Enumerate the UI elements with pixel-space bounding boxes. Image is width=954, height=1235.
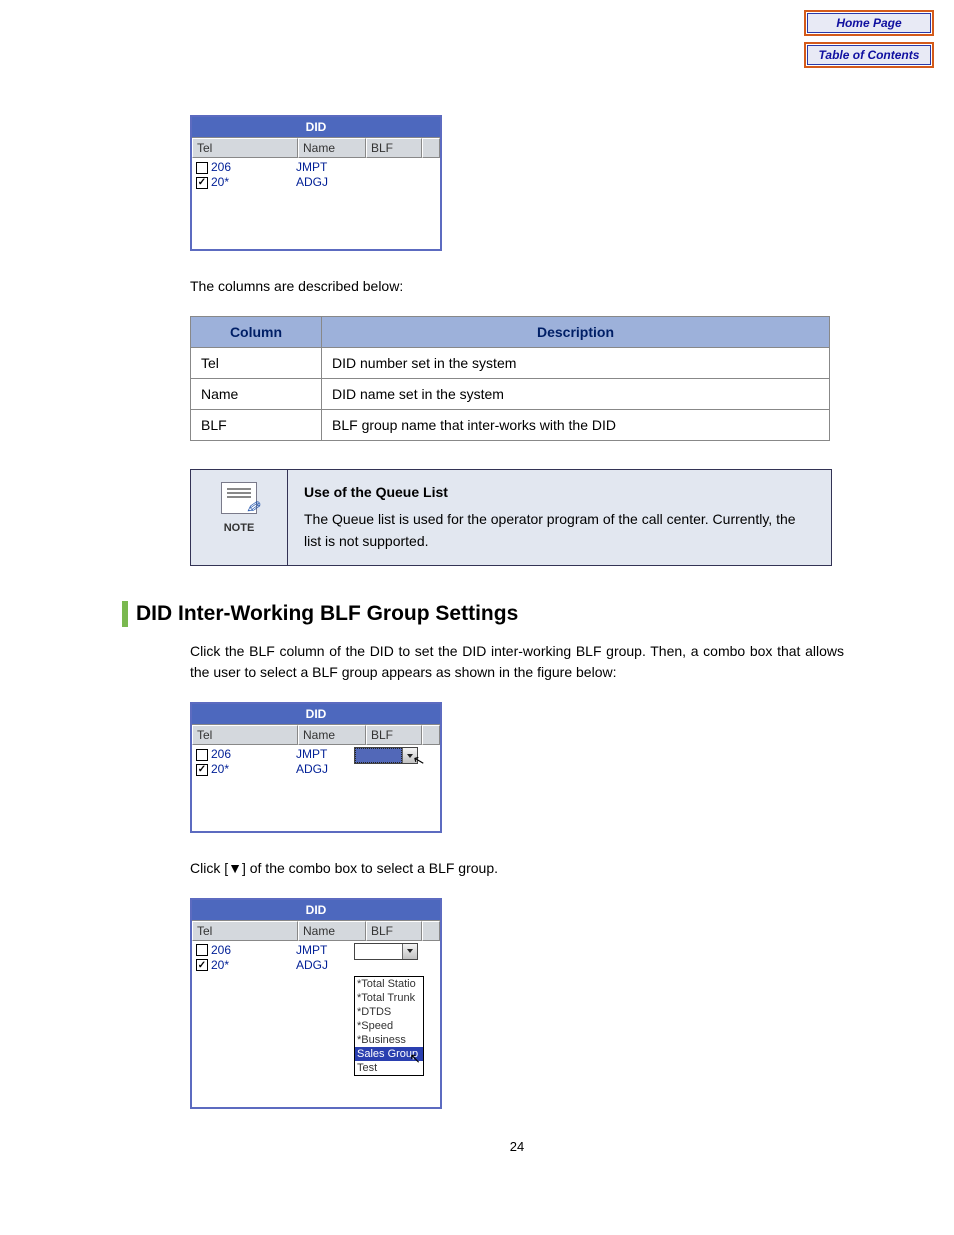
home-page-button[interactable]: Home Page — [804, 10, 934, 36]
did-row: 206 JMPT — [196, 160, 436, 175]
did-header-scroll — [422, 138, 440, 158]
desc-cell-desc: DID number set in the system — [322, 347, 830, 378]
columns-intro: The columns are described below: — [190, 276, 844, 298]
did-row: 206 JMPT — [196, 747, 354, 762]
home-page-label: Home Page — [807, 13, 931, 33]
did-header-name: Name — [298, 921, 366, 941]
blf-combo-box[interactable]: ↖ — [354, 747, 418, 764]
note-title: Use of the Queue List — [304, 482, 815, 504]
checkbox-checked[interactable]: ✓ — [196, 959, 208, 971]
top-nav: Home Page Table of Contents — [804, 10, 934, 68]
checkbox-unchecked[interactable] — [196, 162, 208, 174]
did-panel-3: DID Tel Name BLF 206 JMPT ✓ 20* — [190, 898, 442, 1109]
did-title: DID — [192, 117, 440, 137]
did-header-tel: Tel — [192, 725, 298, 745]
did-header-name: Name — [298, 138, 366, 158]
did-header-blf: BLF — [366, 725, 422, 745]
did-header-blf: BLF — [366, 138, 422, 158]
did-panel-2: DID Tel Name BLF 206 JMPT ✓ 20* — [190, 702, 442, 833]
dropdown-item[interactable]: *DTDS — [355, 1005, 423, 1019]
toc-button[interactable]: Table of Contents — [804, 42, 934, 68]
dropdown-item[interactable]: *Total Trunk — [355, 991, 423, 1005]
section-heading: DID Inter-Working BLF Group Settings — [122, 601, 844, 627]
blf-combo-box-open[interactable] — [354, 943, 418, 960]
did-row-name: ADGJ — [296, 762, 354, 777]
did-row-name: JMPT — [296, 160, 354, 175]
dropdown-item[interactable]: *Business — [355, 1033, 423, 1047]
checkbox-unchecked[interactable] — [196, 749, 208, 761]
did-headers: Tel Name BLF — [192, 724, 440, 745]
desc-cell-col: Name — [191, 378, 322, 409]
section-bar-icon — [122, 601, 128, 627]
did-header-name: Name — [298, 725, 366, 745]
section-p1: Click the BLF column of the DID to set t… — [190, 641, 844, 684]
did-row: ✓ 20* ADGJ — [196, 762, 354, 777]
note-box: NOTE Use of the Queue List The Queue lis… — [190, 469, 832, 566]
did-row-tel: 20* — [211, 762, 296, 777]
cursor-icon: ↖ — [411, 751, 427, 770]
table-row: BLF BLF group name that inter-works with… — [191, 409, 830, 440]
did-title: DID — [192, 900, 440, 920]
desc-cell-desc: BLF group name that inter-works with the… — [322, 409, 830, 440]
did-row-tel: 20* — [211, 958, 296, 973]
did-title: DID — [192, 704, 440, 724]
toc-label: Table of Contents — [807, 45, 931, 65]
did-row: 206 JMPT — [196, 943, 354, 958]
did-row-tel: 20* — [211, 175, 296, 190]
did-header-tel: Tel — [192, 921, 298, 941]
description-table: Column Description Tel DID number set in… — [190, 316, 830, 441]
dropdown-item[interactable]: *Speed — [355, 1019, 423, 1033]
checkbox-checked[interactable]: ✓ — [196, 764, 208, 776]
table-row: Tel DID number set in the system — [191, 347, 830, 378]
did-header-scroll — [422, 921, 440, 941]
blf-dropdown-list: *Total Statio *Total Trunk *DTDS *Speed … — [354, 976, 424, 1076]
did-headers: Tel Name BLF — [192, 137, 440, 158]
did-row-name: ADGJ — [296, 175, 354, 190]
desc-cell-col: Tel — [191, 347, 322, 378]
did-row: ✓ 20* ADGJ — [196, 958, 354, 973]
desc-cell-col: BLF — [191, 409, 322, 440]
did-row-name: JMPT — [296, 747, 354, 762]
did-row-tel: 206 — [211, 160, 296, 175]
did-row-tel: 206 — [211, 943, 296, 958]
did-row-name: JMPT — [296, 943, 354, 958]
desc-th-column: Column — [191, 316, 322, 347]
did-row-tel: 206 — [211, 747, 296, 762]
section-p2: Click [▼] of the combo box to select a B… — [190, 858, 844, 880]
section-title: DID Inter-Working BLF Group Settings — [136, 602, 518, 626]
note-label: NOTE — [224, 522, 255, 534]
checkbox-checked[interactable]: ✓ — [196, 177, 208, 189]
dropdown-item[interactable]: *Total Statio — [355, 977, 423, 991]
did-row-name: ADGJ — [296, 958, 354, 973]
note-body: The Queue list is used for the operator … — [304, 509, 815, 552]
checkbox-unchecked[interactable] — [196, 944, 208, 956]
desc-th-description: Description — [322, 316, 830, 347]
cursor-icon: ↖ — [409, 1051, 421, 1065]
did-headers: Tel Name BLF — [192, 920, 440, 941]
did-row: ✓ 20* ADGJ — [196, 175, 436, 190]
chevron-down-icon[interactable] — [402, 944, 417, 959]
table-row: Name DID name set in the system — [191, 378, 830, 409]
did-header-scroll — [422, 725, 440, 745]
did-panel-1: DID Tel Name BLF 206 JMPT ✓ 20* ADGJ — [190, 115, 442, 251]
did-header-blf: BLF — [366, 921, 422, 941]
desc-cell-desc: DID name set in the system — [322, 378, 830, 409]
note-icon — [221, 482, 257, 514]
page-number: 24 — [190, 1139, 844, 1154]
did-header-tel: Tel — [192, 138, 298, 158]
